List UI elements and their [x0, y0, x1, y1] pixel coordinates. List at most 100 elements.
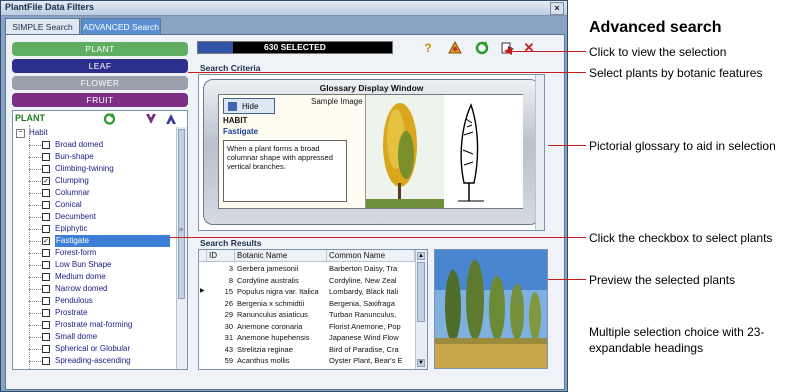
- tree-item-checkbox[interactable]: [42, 249, 50, 257]
- tree-item[interactable]: Small dome: [13, 331, 173, 343]
- tree-item[interactable]: Conical: [13, 199, 173, 211]
- collapse-toggle-icon[interactable]: −: [16, 129, 25, 138]
- tree-item[interactable]: ✓ Fastigate: [13, 235, 173, 247]
- tree-item[interactable]: Spherical or Globular: [13, 343, 173, 355]
- table-row[interactable]: ▶ 15 Populus nigra var. Italica Lombardy, B…: [199, 286, 415, 297]
- tree-item[interactable]: Spreading-ascending: [13, 355, 173, 367]
- results-scrollbar[interactable]: ▲ ▼: [415, 250, 427, 369]
- tree-root-habit[interactable]: − Habit: [13, 127, 173, 139]
- col-common-header[interactable]: Common Name: [327, 250, 415, 262]
- tree-item[interactable]: Epiphytic: [13, 223, 173, 235]
- cell-botanic-name: Strelitzia reginae: [237, 344, 293, 354]
- tree-item[interactable]: Narrow domed: [13, 283, 173, 295]
- tree-item-label: Prostrate: [55, 308, 88, 317]
- category-fruit-button[interactable]: FRUIT: [12, 93, 188, 107]
- criteria-scrollbar[interactable]: [535, 75, 544, 230]
- scroll-up-icon[interactable]: ▲: [417, 252, 425, 260]
- tree-item-checkbox[interactable]: [42, 153, 50, 161]
- sample-image: [365, 95, 523, 208]
- tree-connector: [29, 229, 41, 230]
- close-button[interactable]: ×: [550, 2, 564, 15]
- selection-count: 630 SELECTED: [264, 42, 326, 52]
- tree-item-checkbox[interactable]: [42, 333, 50, 341]
- tree-item[interactable]: Medium dome: [13, 271, 173, 283]
- callout-line: [508, 51, 586, 52]
- help-icon[interactable]: ?: [421, 41, 435, 55]
- tree-item-checkbox[interactable]: [42, 285, 50, 293]
- tab-simple-search[interactable]: SIMPLE Search: [5, 18, 80, 34]
- tree-item-checkbox[interactable]: [42, 165, 50, 173]
- tree-item-checkbox[interactable]: ✓: [42, 177, 50, 185]
- plantfile-window: PlantFile Data Filters × SIMPLE Search A…: [0, 0, 568, 392]
- tree-connector: [29, 217, 41, 218]
- hide-button[interactable]: Hide: [223, 98, 275, 114]
- collapse-up-icon[interactable]: [165, 113, 177, 125]
- tree-item-checkbox[interactable]: [42, 189, 50, 197]
- table-row[interactable]: 8 Cordyline australis Cordyline, New Zeal: [199, 275, 415, 286]
- cell-common-name: Barberton Daisy, Tra: [329, 264, 398, 273]
- tree-item[interactable]: ✓ Clumping: [13, 175, 173, 187]
- table-row[interactable]: 30 Anemone coronaria Florist Anemone, Pop: [199, 321, 415, 332]
- tree-scrollbar[interactable]: ≡: [176, 127, 187, 369]
- tree-item[interactable]: Bun-shape: [13, 151, 173, 163]
- tree-item-checkbox[interactable]: ✓: [42, 237, 50, 245]
- tree-connector: [29, 157, 41, 158]
- tree-item-checkbox[interactable]: [42, 225, 50, 233]
- tree-item-checkbox[interactable]: [42, 309, 50, 317]
- cell-id: 15: [224, 287, 233, 296]
- plant-view-icon[interactable]: [448, 41, 462, 55]
- col-id-header[interactable]: ID: [207, 250, 235, 262]
- tree-item-checkbox[interactable]: [42, 213, 50, 221]
- reload-icon[interactable]: [475, 41, 489, 55]
- tree-connector: [29, 241, 41, 242]
- cell-id: 26: [224, 298, 233, 308]
- expand-down-icon[interactable]: [145, 113, 157, 125]
- tree-item[interactable]: Broad domed: [13, 139, 173, 151]
- tree-item-checkbox[interactable]: [42, 321, 50, 329]
- col-botanic-header[interactable]: Botanic Name: [235, 250, 327, 262]
- tree-item-checkbox[interactable]: [42, 261, 50, 269]
- scroll-down-icon[interactable]: ▼: [417, 359, 425, 367]
- cell-common-name: Cordyline, New Zeal: [329, 275, 397, 285]
- tree-item-checkbox[interactable]: [42, 201, 50, 209]
- callout-line: [548, 145, 586, 146]
- tree-scroll-thumb[interactable]: [178, 129, 185, 299]
- tab-advanced-search[interactable]: ADVANCED Search: [81, 18, 161, 34]
- preview-image: [434, 249, 548, 369]
- tree-item[interactable]: Prostrate: [13, 307, 173, 319]
- tree-item-checkbox[interactable]: [42, 357, 50, 365]
- tree-item[interactable]: Standard: [13, 367, 173, 370]
- tree-item[interactable]: Pendulous: [13, 295, 173, 307]
- tree-item-checkbox[interactable]: [42, 141, 50, 149]
- table-row[interactable]: 26 Bergenia x schmidtii Bergenia, Saxifrag…: [199, 298, 415, 309]
- category-flower-button[interactable]: FLOWER: [12, 76, 188, 90]
- tree-connector: [29, 145, 41, 146]
- category-leaf-button[interactable]: LEAF: [12, 59, 188, 73]
- tree-item[interactable]: Decumbent: [13, 211, 173, 223]
- tree-item[interactable]: Low Bun Shape: [13, 259, 173, 271]
- tree-item-checkbox[interactable]: [42, 345, 50, 353]
- tree-item-checkbox[interactable]: [42, 297, 50, 305]
- table-row[interactable]: 29 Ranunculus asiaticus Turban Ranunculus,: [199, 309, 415, 320]
- annotation-glossary: Pictorial glossary to aid in selection: [589, 139, 776, 153]
- tree-item[interactable]: Columnar: [13, 187, 173, 199]
- tree-item-label: Prostrate mat-forming: [55, 320, 133, 329]
- table-row[interactable]: 3 Gerbera jamesonii Barberton Daisy, Tra: [199, 263, 415, 274]
- refresh-icon[interactable]: [103, 113, 116, 125]
- table-row[interactable]: 59 Acanthus mollis Oyster Plant, Bear's E: [199, 355, 415, 366]
- category-plant-button[interactable]: PLANT: [12, 42, 188, 56]
- tree-item[interactable]: Forest-form: [13, 247, 173, 259]
- results-scroll-thumb[interactable]: [417, 262, 425, 322]
- tree-item-checkbox[interactable]: [42, 369, 50, 370]
- cell-botanic-name: Anemone coronaria: [237, 321, 303, 331]
- tree-item-checkbox[interactable]: [42, 273, 50, 281]
- table-row[interactable]: 31 Anemone hupehensis Japanese Wind Flow: [199, 332, 415, 343]
- tree-item[interactable]: Prostrate mat-forming: [13, 319, 173, 331]
- glossary-window: Glossary Display Window Hide Sample Imag…: [203, 79, 540, 225]
- clear-icon[interactable]: ✕: [522, 41, 536, 55]
- tree-connector: [29, 277, 41, 278]
- cell-botanic-name: Ranunculus asiaticus: [237, 310, 308, 319]
- tree-item[interactable]: Climbing-twining: [13, 163, 173, 175]
- table-row[interactable]: 43 Strelitzia reginae Bird of Paradise, Cr…: [199, 344, 415, 355]
- glossary-term: Fastigate: [223, 127, 259, 136]
